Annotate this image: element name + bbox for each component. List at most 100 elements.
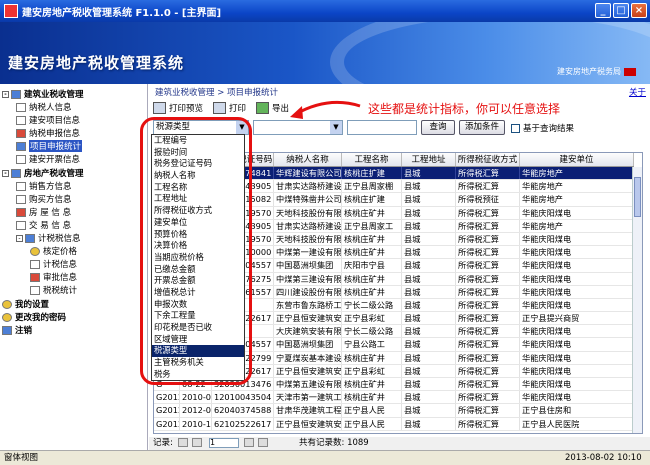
first-page-button[interactable] [177,438,188,447]
table-cell: 县城 [402,391,456,404]
user-label: 建安房地产税务局 [557,66,636,77]
table-cell: 华能房地产 [520,180,634,193]
tree-item-house-info[interactable]: 房 屋 信 息 [16,206,71,218]
table-cell: 所得税汇算 [456,232,520,246]
table-cell: 62102522617 [212,417,274,430]
query-value-input[interactable] [347,120,417,135]
tree-item-taxpayer-info[interactable]: 纳税人信息 [16,101,72,113]
last-page-button[interactable] [258,438,269,447]
tree-node-construction-tax[interactable]: - 建筑业税收管理 [2,88,84,100]
tree-item-seller-info[interactable]: 销售方信息 [16,180,72,192]
prev-page-button[interactable] [192,438,203,447]
column-header[interactable]: 工程地址 [402,153,456,166]
dropdown-option[interactable]: 纳税人名称 [152,170,244,182]
about-link[interactable]: 关于 [629,86,646,98]
operator-select[interactable]: ▼ [253,120,343,135]
tree-item-project-info[interactable]: 建安项目信息 [16,114,80,126]
report-icon [16,128,26,138]
minimize-button[interactable]: _ [595,3,611,18]
dropdown-option[interactable]: 印花税是否已收 [152,322,244,334]
dropdown-option[interactable]: 税源类型 [152,345,244,358]
table-cell: 县城 [402,285,456,298]
annotation-arrow-icon [290,100,361,119]
scrollbar-thumb[interactable] [634,177,641,217]
dropdown-option[interactable]: 下余工程量 [152,310,244,322]
based-on-results-checkbox[interactable]: 基于查询结果 [511,122,574,134]
table-row[interactable]: G20120106642012-01-0462040374588甘肃华茂建筑工程… [154,404,634,418]
tree-item-logout[interactable]: 注销 [2,324,32,336]
key-icon [30,246,40,256]
book-icon [11,89,21,99]
dropdown-option[interactable]: 开票总金额 [152,275,244,287]
column-header[interactable]: 建安单位 [520,153,634,166]
tree-item-buyer-info[interactable]: 购买方信息 [16,193,72,205]
dropdown-option[interactable]: 工程名称 [152,182,244,194]
chevron-down-icon[interactable]: ▼ [236,121,248,134]
tree-node-tax-calc[interactable]: - 计税税信息 [16,232,81,244]
dropdown-option[interactable]: 区域管理 [152,334,244,346]
column-header[interactable]: 工程名称 [342,153,402,166]
table-cell: 华辉建设有限公司 [276,167,342,180]
pager-label: 记录: [153,438,173,448]
grid-pager: 记录: 1 共有记录数: 1089 [149,437,650,450]
query-button[interactable]: 查询 [421,120,455,135]
dropdown-option[interactable]: 工程编号 [152,135,244,147]
page-number-input[interactable]: 1 [208,437,239,448]
collapse-icon[interactable]: - [16,234,23,242]
dropdown-option[interactable]: 已缴总金额 [152,264,244,276]
dropdown-option[interactable]: 税务登记证号码 [152,158,244,170]
tree-item-tax-calc-info[interactable]: 计税信息 [30,258,77,270]
tree-item-transaction-info[interactable]: 交 易 信 息 [16,219,71,231]
maximize-button[interactable]: □ [613,3,629,18]
table-cell: 县城 [402,272,456,285]
print-button[interactable]: 打印 [213,102,246,114]
next-page-button[interactable] [243,438,254,447]
collapse-icon[interactable]: - [2,90,9,98]
table-cell: 核桃庄扩建 [342,167,402,180]
dropdown-option[interactable]: 当期应税价格 [152,252,244,264]
dropdown-option[interactable]: 税务 [152,369,244,381]
dropdown-option[interactable]: 增值税总计 [152,287,244,299]
dropdown-option[interactable]: 申报次数 [152,299,244,311]
dropdown-option[interactable]: 工程地址 [152,193,244,205]
table-cell: 华能庆阳煤电 [520,351,634,364]
tree-item-invoice-info[interactable]: 建安开票信息 [16,153,80,165]
table-cell: 天地科技股份有限 [276,206,342,219]
table-cell: 所得税汇算 [456,259,520,272]
print-preview-button[interactable]: 打印预览 [153,102,203,114]
tree-item-tax-stats[interactable]: 税税统计 [30,284,77,296]
table-cell: 华能庆阳煤电 [520,272,634,285]
collapse-icon[interactable]: - [2,169,9,177]
dropdown-option[interactable]: 报验时间 [152,147,244,159]
column-header[interactable]: 纳税人名称 [274,153,342,166]
app-banner: 建安房地产税收管理系统 建安房地产税务局 [0,22,650,84]
dropdown-option[interactable]: 建安单位 [152,217,244,229]
checkbox-box[interactable] [511,123,520,133]
table-cell: 县城 [402,219,456,232]
tree-item-verified-price[interactable]: 核定价格 [30,245,77,257]
tree-item-declaration-stats[interactable]: 项目申报统计 [16,140,83,152]
vertical-scrollbar[interactable] [632,167,642,433]
tree-item-my-settings[interactable]: 我的设置 [2,298,49,310]
chevron-down-icon[interactable]: ▼ [330,121,342,134]
table-cell: 正宁县周家棚 [342,180,402,193]
add-condition-button[interactable]: 添加条件 [459,120,505,135]
dropdown-option[interactable]: 主管税务机关 [152,357,244,369]
table-row[interactable]: G20120100512010-09-0712010043504天津市第一建筑工… [154,391,634,405]
field-select[interactable]: 税源类型 ▼ [153,120,249,135]
column-header[interactable]: 所得税征收方式 [456,153,520,166]
table-cell: 县城 [402,351,456,364]
dropdown-option[interactable]: 预算价格 [152,229,244,241]
close-button[interactable]: × [631,3,647,18]
window-titlebar: 建安房地产税收管理系统 F1.1.0 - [主界面] _ □ × [0,0,650,22]
tree-item-approval-info[interactable]: 审批信息 [30,271,77,283]
export-button[interactable]: 导出 [256,102,289,114]
tree-item-declaration-info[interactable]: 纳税申报信息 [16,127,80,139]
dropdown-option[interactable]: 决算价格 [152,240,244,252]
tree-node-real-estate-tax[interactable]: - 房地产税收管理 [2,167,84,179]
table-cell: 所得税汇算 [456,404,520,417]
dropdown-option[interactable]: 所得税征收方式 [152,205,244,217]
table-row[interactable]: G20120101392010-10-1962102522617正宁县恒安建筑安… [154,417,634,431]
status-bar: 窗体视图 2013-08-02 10:10 [0,450,650,465]
tree-item-change-password[interactable]: 更改我的密码 [2,311,66,323]
